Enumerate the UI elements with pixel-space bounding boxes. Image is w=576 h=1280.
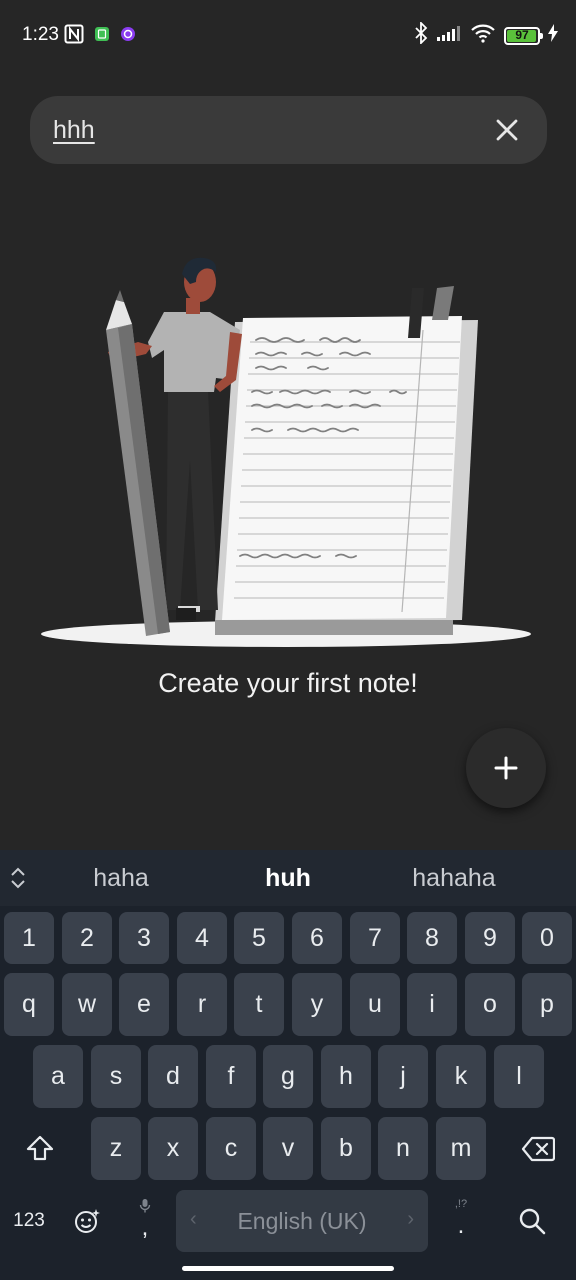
comma-key[interactable]: , bbox=[118, 1190, 172, 1252]
search-input[interactable]: hhh bbox=[53, 116, 95, 145]
soft-keyboard: haha huh hahaha 1 2 3 4 5 6 7 8 9 0 q w … bbox=[0, 850, 576, 1280]
microphone-icon bbox=[139, 1199, 151, 1213]
nfc-icon bbox=[64, 24, 84, 49]
notification-icons bbox=[64, 24, 136, 49]
key-n[interactable]: n bbox=[378, 1117, 428, 1180]
key-q[interactable]: q bbox=[4, 973, 54, 1036]
key-j[interactable]: j bbox=[378, 1045, 428, 1108]
key-d[interactable]: d bbox=[148, 1045, 198, 1108]
key-o[interactable]: o bbox=[465, 973, 515, 1036]
key-k[interactable]: k bbox=[436, 1045, 486, 1108]
space-bar-language: English (UK) bbox=[237, 1207, 367, 1234]
key-x[interactable]: x bbox=[148, 1117, 198, 1180]
space-left-arrow: ‹ bbox=[190, 1208, 197, 1230]
key-t[interactable]: t bbox=[234, 973, 284, 1036]
symbols-mode-key[interactable]: 123 bbox=[2, 1190, 56, 1252]
key-a[interactable]: a bbox=[33, 1045, 83, 1108]
search-key[interactable] bbox=[502, 1190, 562, 1252]
wifi-icon bbox=[470, 23, 496, 48]
suggestion-3[interactable]: hahaha bbox=[412, 864, 495, 893]
plus-icon bbox=[494, 756, 518, 780]
key-b[interactable]: b bbox=[321, 1117, 371, 1180]
emoji-key[interactable] bbox=[60, 1190, 114, 1252]
key-1[interactable]: 1 bbox=[4, 912, 54, 964]
empty-notes-illustration bbox=[40, 250, 540, 650]
key-e[interactable]: e bbox=[119, 973, 169, 1036]
key-g[interactable]: g bbox=[263, 1045, 313, 1108]
bluetooth-icon bbox=[414, 20, 428, 49]
key-z[interactable]: z bbox=[91, 1117, 141, 1180]
charging-icon bbox=[548, 24, 558, 47]
period-hint: ,!? bbox=[454, 1198, 468, 1210]
search-bar[interactable]: hhh bbox=[30, 96, 547, 164]
key-v[interactable]: v bbox=[263, 1117, 313, 1180]
shift-icon bbox=[26, 1135, 54, 1160]
key-w[interactable]: w bbox=[62, 973, 112, 1036]
key-3[interactable]: 3 bbox=[119, 912, 169, 964]
key-y[interactable]: y bbox=[292, 973, 342, 1036]
key-4[interactable]: 4 bbox=[177, 912, 227, 964]
shift-key[interactable] bbox=[4, 1117, 76, 1180]
suggestion-1[interactable]: haha bbox=[93, 864, 149, 893]
key-p[interactable]: p bbox=[522, 973, 572, 1036]
app-notification-icon-2 bbox=[120, 26, 136, 47]
key-5[interactable]: 5 bbox=[234, 912, 284, 964]
battery-level: 97 bbox=[515, 27, 529, 42]
expand-suggestions-icon[interactable] bbox=[8, 866, 30, 890]
add-note-button[interactable] bbox=[466, 728, 546, 808]
key-8[interactable]: 8 bbox=[407, 912, 457, 964]
key-r[interactable]: r bbox=[177, 973, 227, 1036]
key-i[interactable]: i bbox=[407, 973, 457, 1036]
comma-label: , bbox=[141, 1214, 149, 1241]
emoji-icon bbox=[75, 1209, 100, 1233]
period-key[interactable]: ,!? . bbox=[432, 1190, 490, 1252]
key-m[interactable]: m bbox=[436, 1117, 486, 1180]
system-icons: 97 bbox=[414, 20, 558, 49]
key-2[interactable]: 2 bbox=[62, 912, 112, 964]
backspace-icon bbox=[521, 1136, 555, 1161]
search-icon bbox=[519, 1208, 546, 1235]
gesture-nav-handle[interactable] bbox=[182, 1266, 394, 1271]
key-c[interactable]: c bbox=[206, 1117, 256, 1180]
space-right-arrow: › bbox=[407, 1208, 414, 1230]
battery-icon: 97 bbox=[504, 26, 543, 45]
status-time: 1:23 bbox=[22, 24, 59, 45]
app-notification-icon bbox=[94, 26, 110, 47]
period-label: . bbox=[457, 1212, 465, 1239]
key-h[interactable]: h bbox=[321, 1045, 371, 1108]
close-icon bbox=[496, 119, 518, 141]
key-s[interactable]: s bbox=[91, 1045, 141, 1108]
key-f[interactable]: f bbox=[206, 1045, 256, 1108]
key-7[interactable]: 7 bbox=[350, 912, 400, 964]
key-u[interactable]: u bbox=[350, 973, 400, 1036]
empty-state-message: Create your first note! bbox=[158, 668, 418, 698]
key-0[interactable]: 0 bbox=[522, 912, 572, 964]
key-6[interactable]: 6 bbox=[292, 912, 342, 964]
clear-search-button[interactable] bbox=[489, 112, 525, 148]
backspace-key[interactable] bbox=[502, 1117, 574, 1180]
status-bar: 1:23 97 bbox=[0, 0, 576, 70]
signal-icon bbox=[436, 24, 462, 47]
suggestion-strip: haha huh hahaha bbox=[0, 850, 576, 906]
space-bar[interactable]: ‹ English (UK) › bbox=[176, 1190, 428, 1252]
key-9[interactable]: 9 bbox=[465, 912, 515, 964]
key-l[interactable]: l bbox=[494, 1045, 544, 1108]
suggestion-2[interactable]: huh bbox=[265, 864, 311, 893]
